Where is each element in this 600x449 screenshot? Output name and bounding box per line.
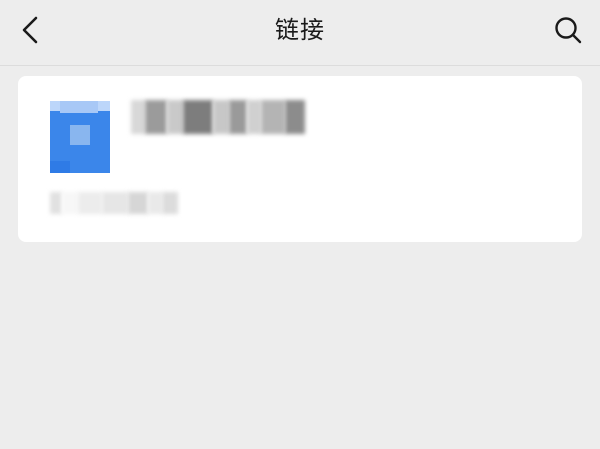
- search-icon: [555, 17, 582, 44]
- nav-header: 链接: [0, 0, 600, 66]
- search-button[interactable]: [550, 12, 586, 48]
- link-meta-redacted: [50, 192, 178, 214]
- link-title-redacted: [131, 100, 305, 134]
- page-title: 链接: [275, 16, 325, 44]
- file-icon: [50, 101, 110, 173]
- link-card[interactable]: [18, 76, 582, 242]
